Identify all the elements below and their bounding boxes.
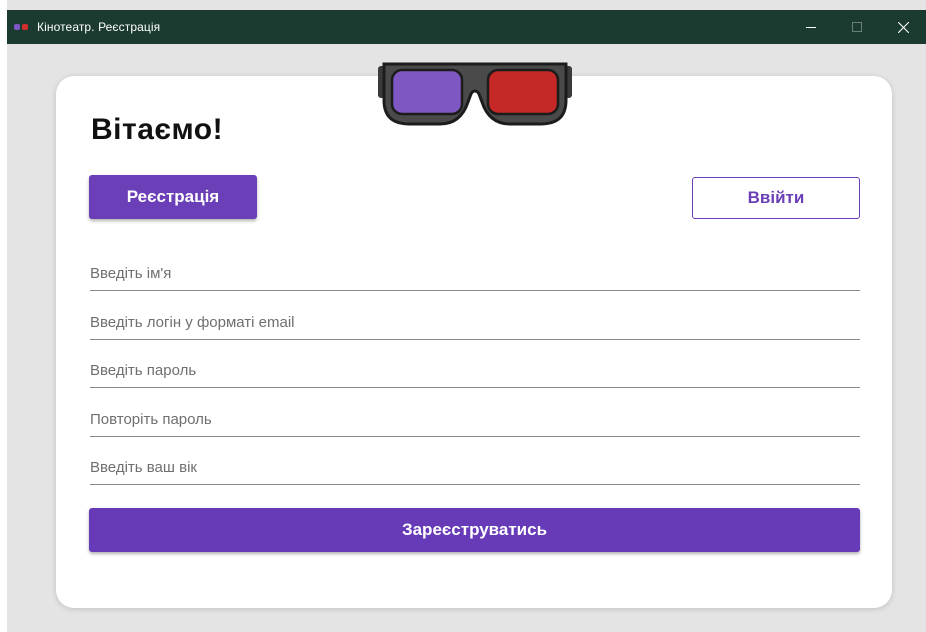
maximize-button[interactable] (834, 10, 880, 44)
minimize-icon (806, 27, 816, 28)
email-login-input[interactable] (90, 306, 860, 340)
login-tab-button[interactable]: Ввійти (692, 177, 860, 219)
close-icon (897, 21, 909, 33)
window-controls (788, 10, 926, 44)
minimize-button[interactable] (788, 10, 834, 44)
greeting-heading: Вітаємо! (91, 113, 224, 146)
window-title: Кінотеатр. Реєстрація (37, 20, 161, 34)
name-input[interactable] (90, 257, 860, 291)
close-button[interactable] (880, 10, 926, 44)
repeat-password-input[interactable] (90, 403, 860, 437)
submit-register-button[interactable]: Зареєструватись (89, 508, 860, 552)
app-window: Кінотеатр. Реєстрація Вітаємо! Реєстраці… (0, 0, 926, 632)
3d-glasses-icon (14, 23, 29, 32)
3d-glasses-logo (378, 62, 572, 126)
age-input[interactable] (90, 451, 860, 485)
password-input[interactable] (90, 354, 860, 388)
title-bar[interactable]: Кінотеатр. Реєстрація (7, 10, 926, 44)
register-tab-button[interactable]: Реєстрація (89, 175, 257, 219)
window-border (0, 0, 7, 632)
maximize-icon (852, 22, 862, 32)
